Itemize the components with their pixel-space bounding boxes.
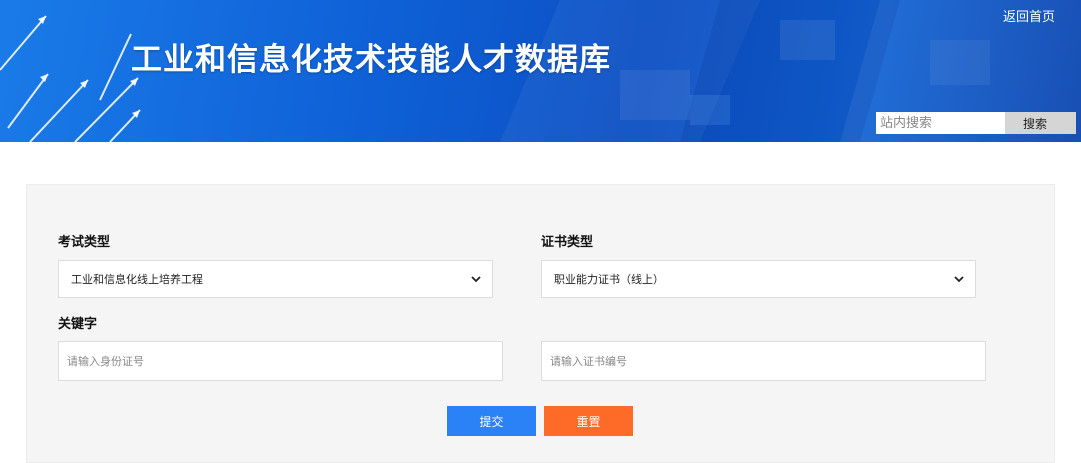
cert-type-value: 职业能力证书（线上） — [554, 273, 664, 286]
chevron-down-icon — [470, 273, 482, 285]
exam-type-label: 考试类型 — [58, 235, 111, 250]
exam-type-select[interactable]: 工业和信息化线上培养工程 — [58, 260, 493, 298]
search-button[interactable]: 搜索 — [1005, 112, 1076, 134]
id-number-input[interactable] — [58, 341, 503, 381]
header-banner: 工业和信息化技术技能人才数据库 返回首页 搜索 — [0, 0, 1081, 142]
query-form: 考试类型 证书类型 工业和信息化线上培养工程 职业能力证书（线上） 关键字 提交… — [26, 184, 1055, 463]
chevron-down-icon — [953, 273, 965, 285]
exam-type-value: 工业和信息化线上培养工程 — [71, 273, 203, 286]
cert-type-select[interactable]: 职业能力证书（线上） — [541, 260, 976, 298]
site-search: 搜索 — [876, 112, 1081, 134]
keyword-label: 关键字 — [58, 317, 98, 332]
site-title: 工业和信息化技术技能人才数据库 — [131, 42, 611, 78]
submit-button[interactable]: 提交 — [447, 406, 536, 436]
certificate-number-input[interactable] — [541, 341, 986, 381]
search-input[interactable] — [876, 112, 1005, 134]
home-link[interactable]: 返回首页 — [1003, 6, 1055, 25]
cert-type-label: 证书类型 — [541, 235, 594, 250]
reset-button[interactable]: 重置 — [544, 406, 633, 436]
